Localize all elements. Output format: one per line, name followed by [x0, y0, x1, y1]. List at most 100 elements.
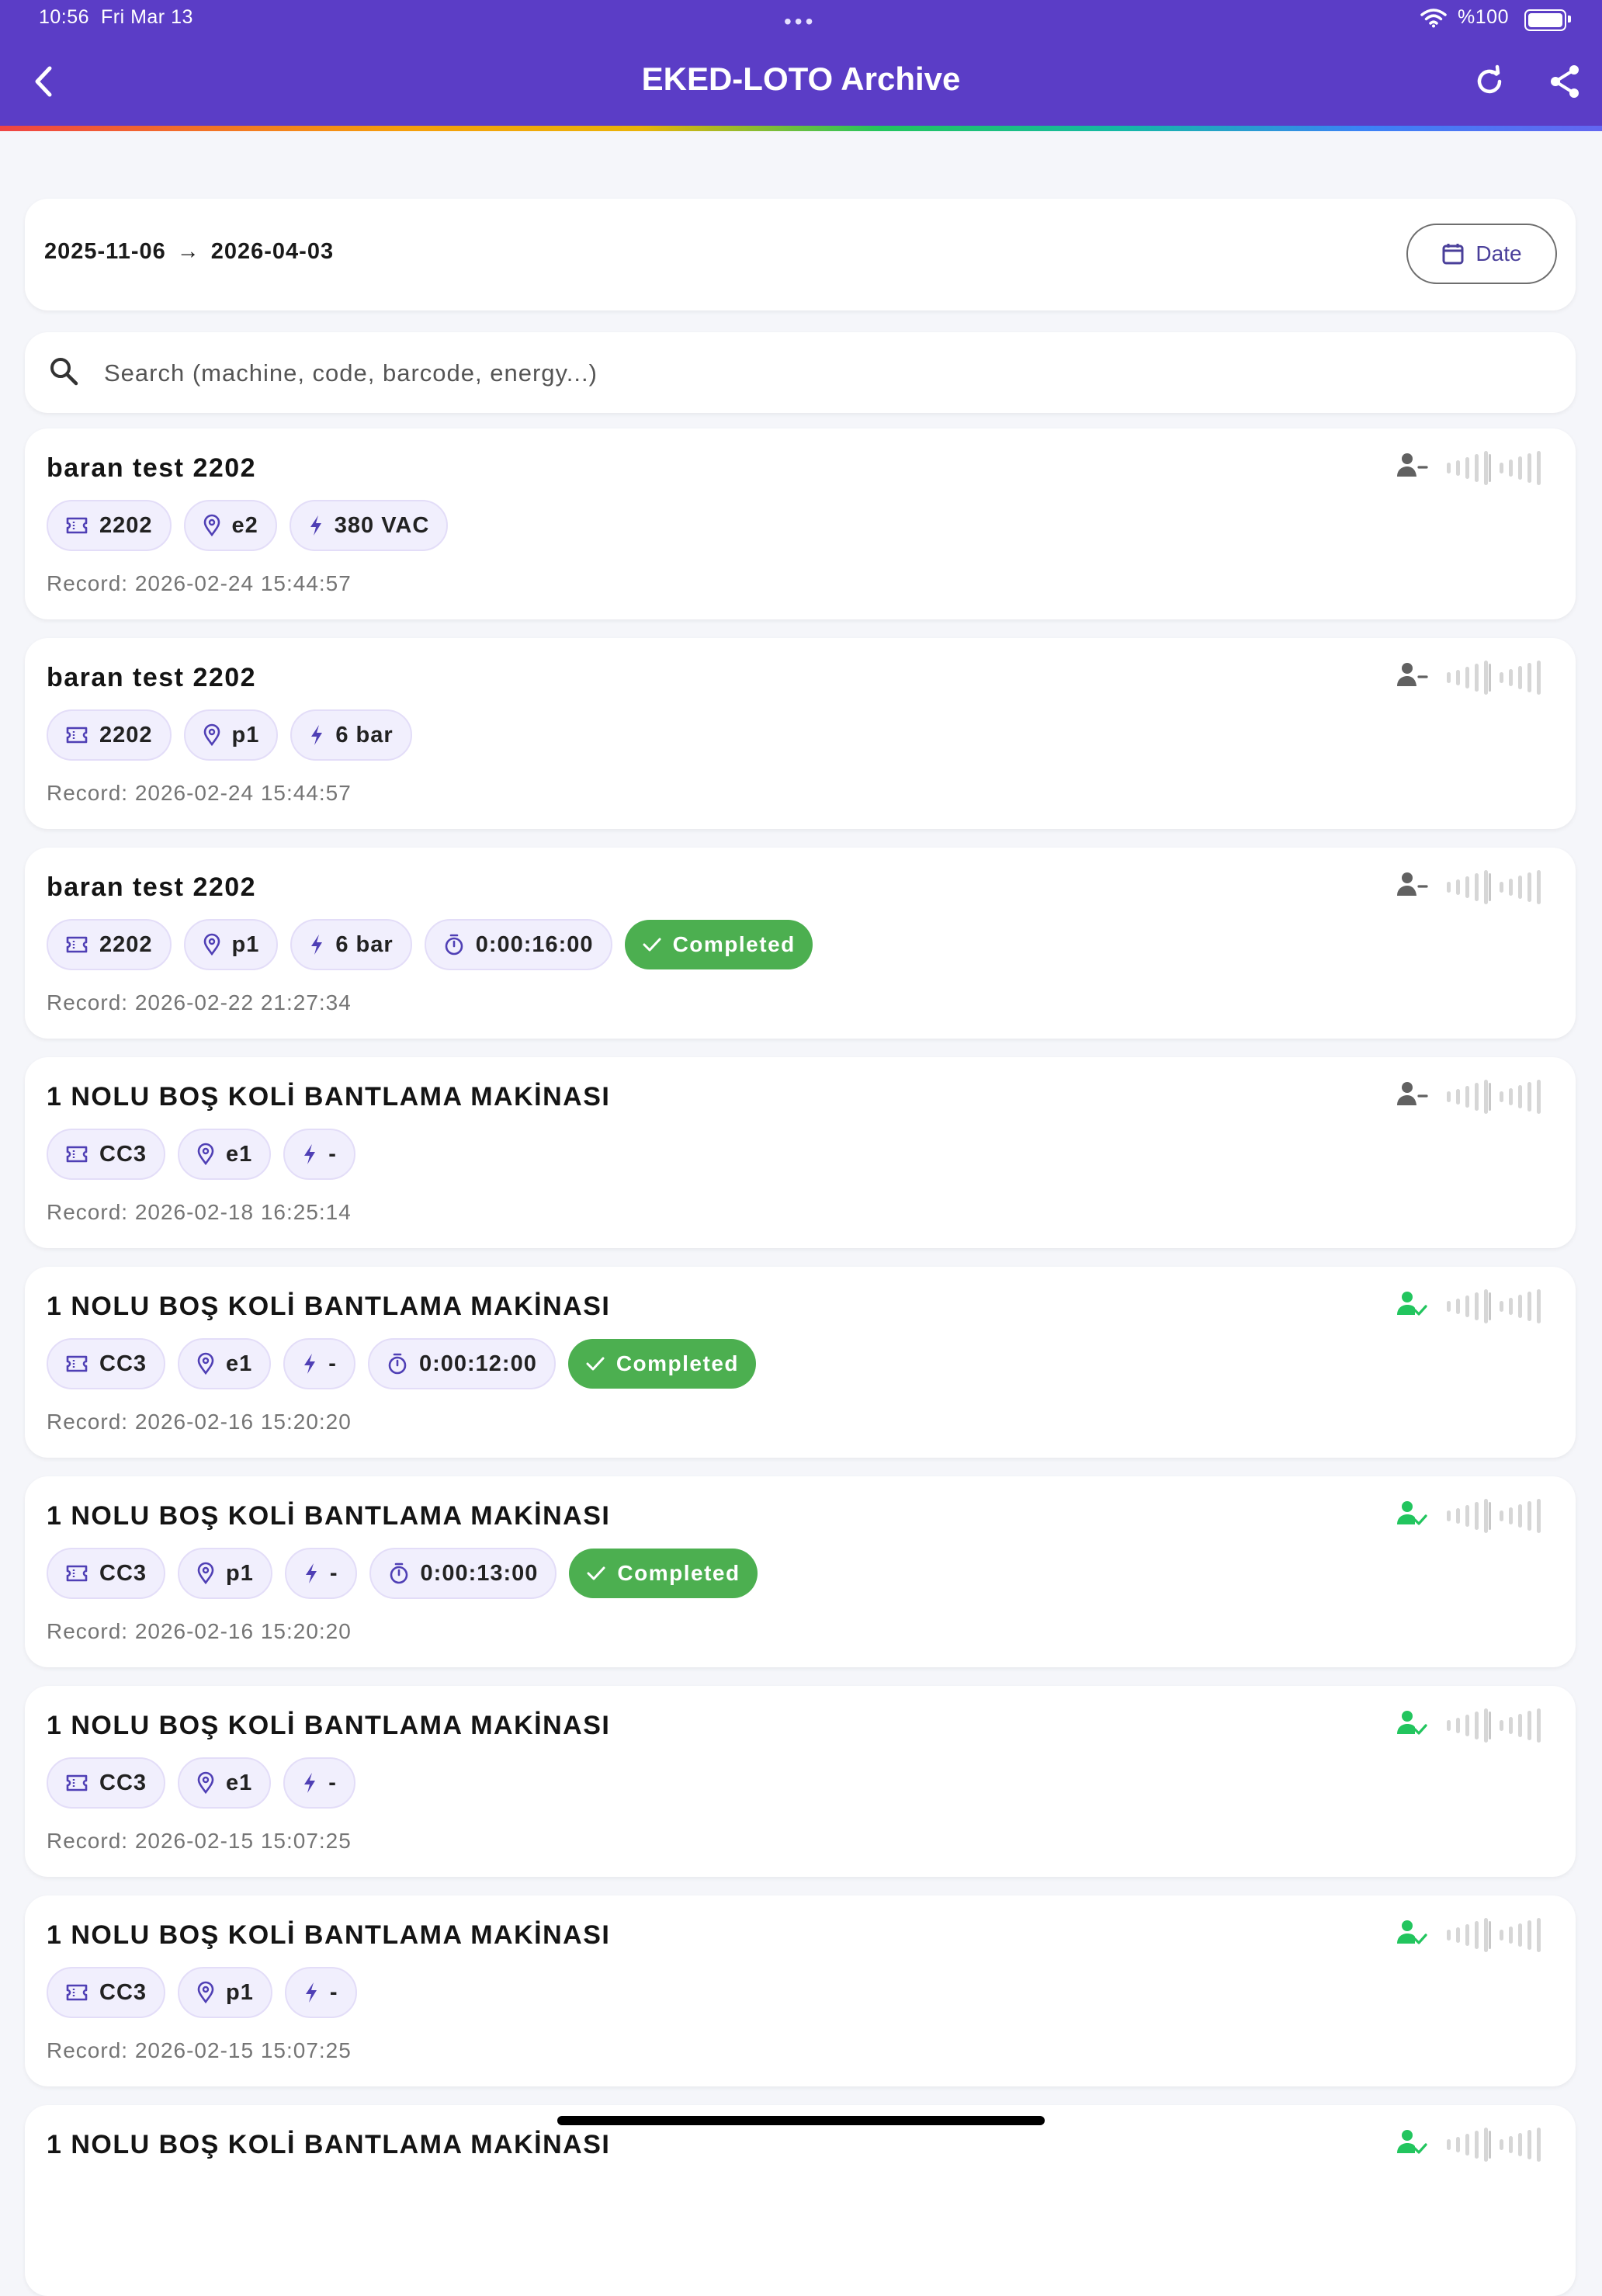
location-chip-text: e1: [226, 1770, 253, 1795]
energy-chip-text: 380 VAC: [334, 512, 430, 538]
record-card[interactable]: 1 NOLU BOŞ KOLİ BANTLAMA MAKİNASI: [25, 2105, 1576, 2296]
record-chips: CC3 e1 -: [47, 1757, 355, 1809]
search-input[interactable]: [102, 348, 1549, 399]
search-icon: [50, 358, 78, 386]
location-pin-icon: [196, 1562, 215, 1585]
ticket-icon: [65, 935, 88, 955]
bolt-icon: [303, 1562, 319, 1585]
person-remove-icon[interactable]: [1396, 450, 1428, 481]
location-chip-text: p1: [231, 722, 260, 747]
energy-chip-text: -: [329, 1979, 338, 2005]
date-button[interactable]: Date: [1406, 224, 1557, 284]
duration-chip-text: 0:00:16:00: [475, 931, 594, 957]
record-date: Record: 2026-02-18 16:25:14: [47, 1200, 352, 1224]
record-date: Record: 2026-02-15 15:07:25: [47, 2038, 352, 2062]
code-chip-text: 2202: [99, 931, 153, 957]
home-indicator[interactable]: [557, 2116, 1045, 2125]
location-pin-icon: [203, 933, 221, 956]
record-actions: [1396, 1079, 1549, 1114]
duration-chip: 0:00:16:00: [424, 919, 612, 970]
status-badge: Completed: [624, 920, 813, 969]
code-chip: CC3: [47, 1548, 166, 1599]
record-card[interactable]: 1 NOLU BOŞ KOLİ BANTLAMA MAKİNASI CC3 e1 -…: [25, 1686, 1576, 1877]
status-badge: Completed: [567, 1339, 757, 1389]
bolt-icon: [302, 1352, 317, 1375]
location-chip: p1: [178, 1548, 272, 1599]
record-card[interactable]: baran test 2202 2202 e2 380 VAC Record: 20…: [25, 428, 1576, 619]
energy-chip-text: -: [328, 1351, 337, 1376]
record-card[interactable]: 1 NOLU BOŞ KOLİ BANTLAMA MAKİNASI CC3 p1 -…: [25, 1895, 1576, 2086]
record-title: 1 NOLU BOŞ KOLİ BANTLAMA MAKİNASI: [47, 1501, 611, 1531]
share-icon[interactable]: [1545, 61, 1586, 102]
code-chip-text: CC3: [99, 1141, 147, 1167]
location-pin-icon: [196, 1771, 215, 1795]
energy-chip: 380 VAC: [289, 500, 449, 551]
energy-chip: -: [283, 1757, 355, 1809]
code-chip-text: CC3: [99, 1351, 147, 1376]
code-chip-text: CC3: [99, 1979, 147, 2005]
ticket-icon: [65, 725, 88, 745]
status-badge-text: Completed: [672, 932, 796, 956]
multitask-dots-icon[interactable]: •••: [784, 9, 816, 34]
person-check-icon[interactable]: [1396, 1708, 1428, 1739]
record-actions: [1396, 1288, 1549, 1323]
ticket-icon: [65, 1982, 88, 2003]
record-actions: [1396, 2127, 1549, 2162]
record-actions: [1396, 1498, 1549, 1533]
person-check-icon[interactable]: [1396, 1917, 1428, 1948]
code-chip: 2202: [47, 919, 172, 970]
location-pin-icon: [196, 1352, 215, 1375]
record-card[interactable]: baran test 2202 2202 p1 6 bar 0:00:16:00 Com…: [25, 848, 1576, 1039]
location-pin-icon: [203, 723, 221, 747]
ticket-icon: [65, 1563, 88, 1583]
record-card[interactable]: baran test 2202 2202 p1 6 bar Record: 2026…: [25, 638, 1576, 829]
code-chip-text: CC3: [99, 1770, 147, 1795]
location-chip: p1: [178, 1967, 272, 2018]
location-chip-text: e1: [226, 1351, 253, 1376]
page-title: EKED-LOTO Archive: [641, 61, 961, 97]
location-chip: e1: [178, 1129, 272, 1180]
record-title: baran test 2202: [47, 453, 257, 483]
energy-chip: -: [284, 1967, 357, 2018]
bolt-icon: [309, 723, 324, 747]
timer-icon: [387, 1352, 408, 1375]
person-remove-icon[interactable]: [1396, 660, 1428, 691]
record-chips: CC3 p1 - 0:00:13:00 Completed: [47, 1548, 758, 1599]
location-chip-text: e2: [231, 512, 258, 538]
code-chip: CC3: [47, 1129, 166, 1180]
record-date: Record: 2026-02-16 15:20:20: [47, 1410, 352, 1434]
battery-percent: %100: [1458, 6, 1509, 28]
record-card[interactable]: 1 NOLU BOŞ KOLİ BANTLAMA MAKİNASI CC3 p1 -…: [25, 1476, 1576, 1667]
location-chip-text: p1: [226, 1560, 254, 1586]
record-chips: 2202 e2 380 VAC: [47, 500, 449, 551]
energy-chip: -: [284, 1548, 357, 1599]
record-title: 1 NOLU BOŞ KOLİ BANTLAMA MAKİNASI: [47, 2130, 611, 2159]
record-date: Record: 2026-02-24 15:44:57: [47, 571, 352, 595]
energy-chip-text: 6 bar: [335, 931, 394, 957]
person-check-icon[interactable]: [1396, 2127, 1428, 2158]
record-date: Record: 2026-02-24 15:44:57: [47, 781, 352, 805]
refresh-icon[interactable]: [1468, 61, 1510, 102]
bolt-icon: [302, 1143, 317, 1166]
record-actions: [1396, 450, 1549, 485]
person-check-icon[interactable]: [1396, 1498, 1428, 1529]
person-remove-icon[interactable]: [1396, 1079, 1428, 1110]
record-card[interactable]: 1 NOLU BOŞ KOLİ BANTLAMA MAKİNASI CC3 e1 -…: [25, 1267, 1576, 1458]
date-range-card: 2025-11-06 → 2026-04-03 Date: [25, 199, 1576, 310]
duration-chip: 0:00:12:00: [367, 1338, 556, 1389]
status-time: 10:56 Fri Mar 13: [39, 6, 193, 28]
code-chip: 2202: [47, 500, 172, 551]
person-remove-icon[interactable]: [1396, 869, 1428, 900]
status-badge-text: Completed: [617, 1561, 740, 1585]
record-chips: CC3 p1 -: [47, 1967, 357, 2018]
record-card[interactable]: 1 NOLU BOŞ KOLİ BANTLAMA MAKİNASI CC3 e1 -…: [25, 1057, 1576, 1248]
location-chip: e2: [183, 500, 277, 551]
energy-chip: -: [283, 1129, 355, 1180]
location-pin-icon: [203, 514, 221, 537]
code-chip: CC3: [47, 1967, 166, 2018]
record-actions: [1396, 1708, 1549, 1743]
person-check-icon[interactable]: [1396, 1288, 1428, 1320]
signal-bars-icon: [1447, 869, 1541, 904]
record-date: Record: 2026-02-16 15:20:20: [47, 1619, 352, 1643]
location-chip: p1: [183, 709, 279, 761]
